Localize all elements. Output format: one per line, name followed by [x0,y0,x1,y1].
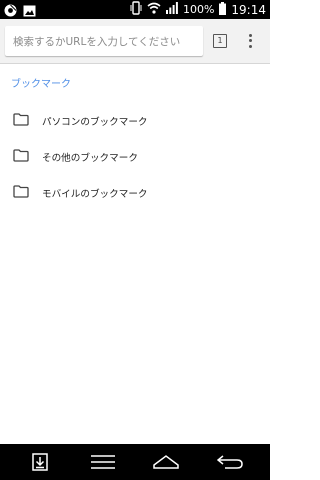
home-icon[interactable] [146,444,186,480]
search-placeholder: 検索するかURLを入力してください [13,36,181,48]
folder-icon [13,185,29,198]
browser-toolbar: 検索するかURLを入力してください 1 [0,19,270,64]
more-vertical-icon[interactable] [246,32,254,50]
wifi-icon [147,2,161,17]
vibrate-icon [130,1,142,18]
back-icon[interactable] [210,444,250,480]
bookmark-folder-item[interactable]: その他のブックマーク [0,138,270,174]
status-bar: 100% 19:14 [0,0,270,19]
battery-icon [219,1,227,18]
signal-icon [165,2,178,17]
battery-percent: 100% [182,3,215,16]
bookmark-folder-item[interactable]: パソコンのブックマーク [0,102,270,138]
clock: 19:14 [231,2,266,17]
bookmark-folder-label: パソコンのブックマーク [42,117,148,128]
bookmark-folder-label: その他のブックマーク [42,153,138,164]
search-input[interactable]: 検索するかURLを入力してください [5,26,203,56]
bookmark-folder-label: モバイルのブックマーク [42,189,148,200]
breadcrumb[interactable]: ブックマーク [11,75,71,90]
folder-icon [13,149,29,162]
menu-icon[interactable] [83,444,123,480]
bookmark-folder-item[interactable]: モバイルのブックマーク [0,174,270,210]
tab-switcher-button[interactable]: 1 [213,34,227,48]
download-icon[interactable] [20,444,60,480]
folder-icon [13,113,29,126]
bookmark-folder-list: パソコンのブックマーク その他のブックマーク モバイルのブックマーク [0,102,270,210]
navigation-bar [0,444,270,480]
